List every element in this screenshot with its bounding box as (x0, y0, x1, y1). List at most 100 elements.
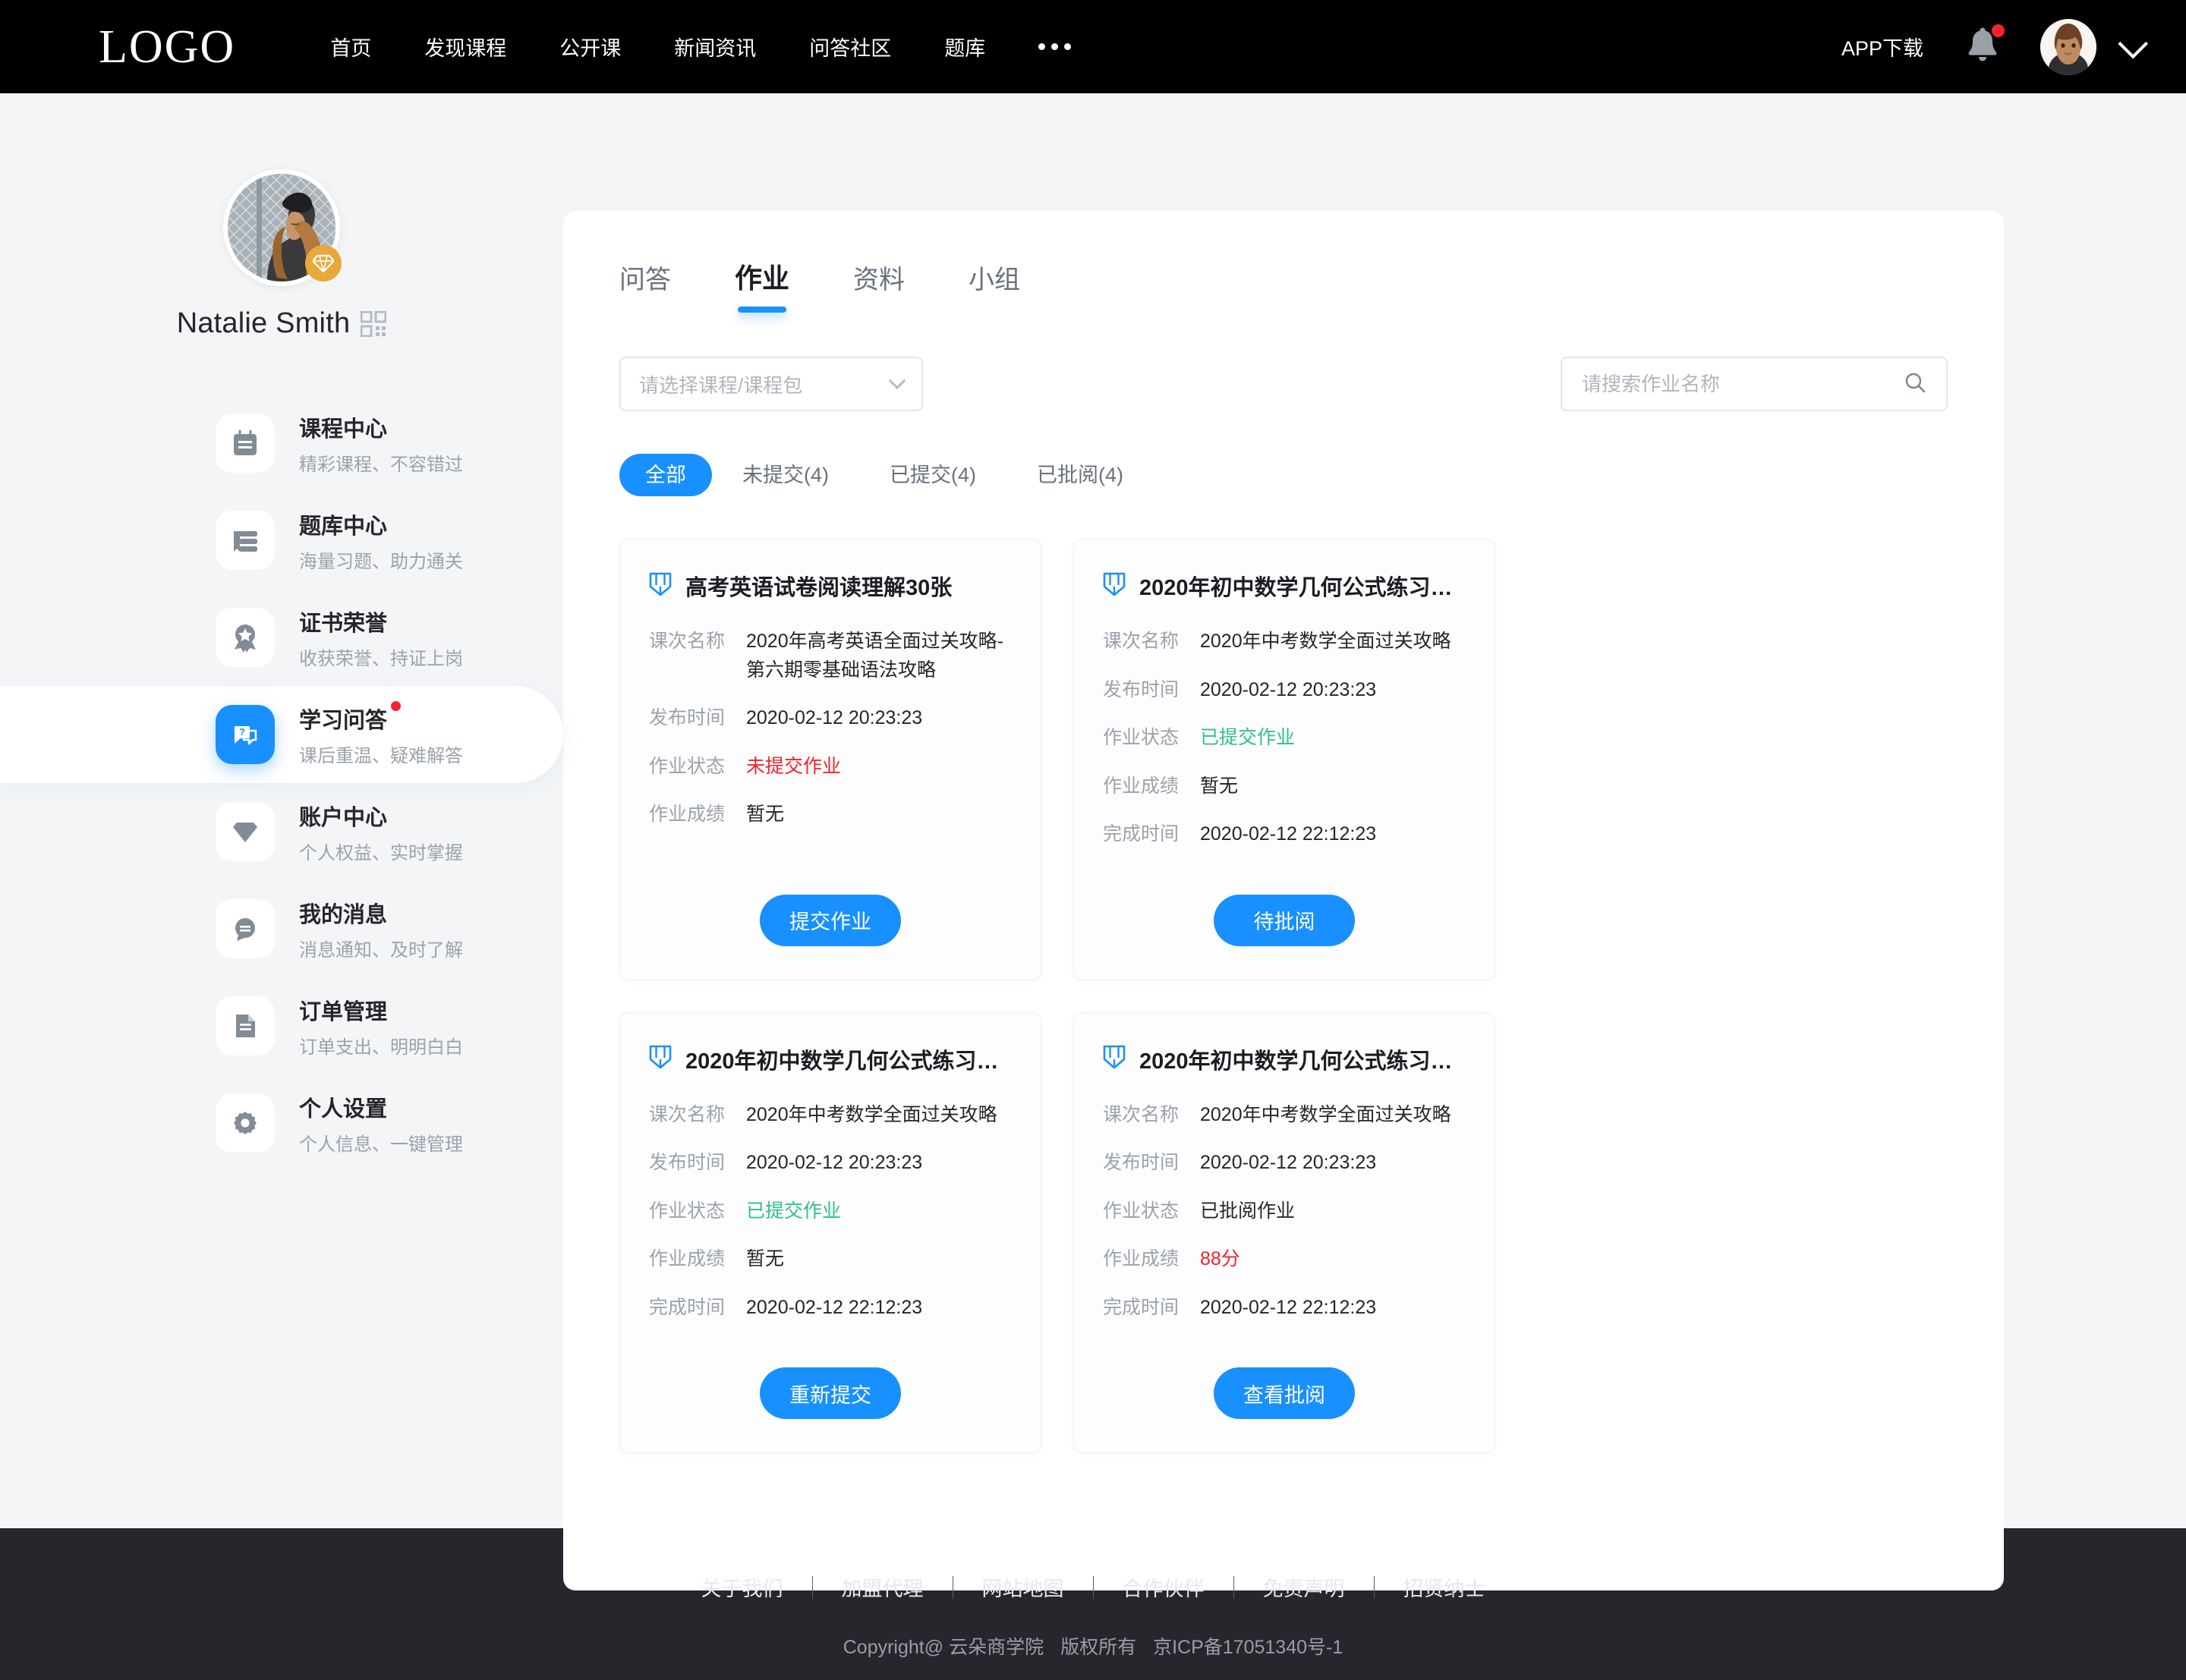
nav-item-home[interactable]: 首页 (304, 32, 398, 61)
diamond-icon (216, 802, 275, 861)
sidebar-item-question-bank-center[interactable]: 题库中心 海量习题、助力通关 (0, 492, 563, 589)
nav-item-discover-courses[interactable]: 发现课程 (398, 32, 533, 61)
card-spacer (1103, 1342, 1466, 1349)
row-label: 作业成绩 (649, 1248, 726, 1269)
filters-row: 请选择课程/课程包 (619, 357, 1948, 411)
homework-card[interactable]: 2020年初中数学几何公式练习作... 课次名称 2020年中考数学全面过关攻略… (619, 1011, 1041, 1453)
sidebar-item-sub: 收获荣誉、持证上岗 (299, 648, 463, 669)
card-header: 2020年初中数学几何公式练习作... (649, 1043, 1012, 1075)
question-chat-icon: ? (216, 705, 275, 764)
site-logo[interactable]: LOGO (99, 24, 235, 71)
row-value: 暂无 (1200, 775, 1239, 797)
card-row-grade: 作业成绩 88分 (1103, 1245, 1466, 1274)
sidebar-item-text: 我的消息 消息通知、及时了解 (299, 897, 463, 961)
pill-reviewed[interactable]: 已批阅(4) (1006, 454, 1154, 496)
submit-homework-button[interactable]: 提交作业 (760, 894, 901, 946)
nav-item-question-bank[interactable]: 题库 (918, 32, 1012, 61)
footer-link-sitemap[interactable]: 网站地图 (953, 1572, 1093, 1602)
status-filter-pills: 全部 未提交(4) 已提交(4) 已批阅(4) (619, 454, 1948, 496)
row-label: 课次名称 (649, 631, 726, 652)
grade-value: 88分 (1200, 1248, 1240, 1269)
sidebar-item-title-text: 学习问答 (299, 708, 388, 733)
card-row-status: 作业状态 已提交作业 (1103, 724, 1466, 753)
homework-card[interactable]: 高考英语试卷阅读理解30张 课次名称 2020年高考英语全面过关攻略-第六期零基… (619, 539, 1041, 980)
search-icon[interactable] (1904, 371, 1926, 398)
footer-link-disclaimer[interactable]: 免责声明 (1234, 1572, 1374, 1602)
row-label: 课次名称 (1103, 631, 1180, 652)
card-row-status: 作业状态 已提交作业 (649, 1197, 1012, 1226)
sidebar-item-order-management[interactable]: 订单管理 订单支出、明明白白 (0, 977, 563, 1074)
card-row-publish-time: 发布时间 2020-02-12 20:23:23 (649, 1149, 1012, 1178)
status-badge: 已提交作业 (746, 1200, 842, 1222)
row-label: 作业成绩 (649, 804, 726, 825)
content-panel: 问答 作业 资料 小组 请选择课程/课程包 请搜索作业名称 全部 未提交(4) … (563, 211, 2004, 1590)
footer-link-franchise[interactable]: 加盟代理 (813, 1572, 953, 1602)
user-name: Natalie Smith (176, 307, 351, 339)
tab-homework[interactable]: 作业 (703, 256, 821, 313)
row-label: 作业状态 (1103, 1200, 1180, 1222)
search-box[interactable] (1561, 357, 1948, 411)
card-row-course: 课次名称 2020年中考数学全面过关攻略 (1103, 628, 1466, 656)
footer-link-partners[interactable]: 合作伙伴 (1094, 1572, 1233, 1602)
row-label: 发布时间 (649, 1152, 726, 1173)
chevron-down-icon[interactable] (2118, 28, 2149, 59)
footer-link-careers[interactable]: 招贤纳士 (1375, 1572, 1514, 1602)
ellipsis-icon[interactable] (1012, 43, 1098, 50)
sidebar-item-course-center[interactable]: 课程中心 精彩课程、不容错过 (0, 395, 563, 492)
view-review-button[interactable]: 查看批阅 (1214, 1367, 1355, 1419)
sidebar-item-title: 学习问答 (299, 700, 402, 735)
row-value: 2020年高考英语全面过关攻略-第六期零基础语法攻略 (746, 631, 1003, 681)
avatar[interactable] (223, 169, 342, 286)
course-select[interactable]: 请选择课程/课程包 (619, 357, 923, 411)
rights-text: 版权所有 (1060, 1637, 1137, 1658)
pill-submitted[interactable]: 已提交(4) (859, 454, 1006, 496)
sidebar-item-personal-settings[interactable]: 个人设置 个人信息、一键管理 (0, 1074, 563, 1172)
homework-badge-icon (649, 1045, 672, 1073)
icp-text[interactable]: 京ICP备17051340号-1 (1153, 1632, 1343, 1660)
page-body: Natalie Smith 课程中心 精彩课程、不容错过 题库中心 海量习题、助… (0, 93, 2186, 1590)
nav-item-public-class[interactable]: 公开课 (533, 32, 647, 61)
tab-qa[interactable]: 问答 (619, 259, 703, 313)
search-input[interactable] (1582, 372, 1904, 396)
row-value: 暂无 (746, 1248, 785, 1269)
pending-review-button[interactable]: 待批阅 (1214, 894, 1355, 946)
pill-unsubmitted[interactable]: 未提交(4) (712, 454, 859, 496)
course-select-placeholder: 请选择课程/课程包 (639, 373, 803, 397)
card-spacer (649, 1342, 1012, 1349)
tab-materials[interactable]: 资料 (821, 259, 937, 313)
homework-card[interactable]: 2020年初中数学几何公式练习作... 课次名称 2020年中考数学全面过关攻略… (1073, 1011, 1495, 1453)
nav-item-qa-community[interactable]: 问答社区 (783, 32, 918, 61)
footer-link-about-us[interactable]: 关于我们 (672, 1572, 812, 1602)
book-list-icon (216, 511, 275, 570)
resubmit-button[interactable]: 重新提交 (760, 1367, 901, 1419)
sidebar-item-my-messages[interactable]: 我的消息 消息通知、及时了解 (0, 880, 563, 977)
row-label: 完成时间 (1103, 823, 1180, 845)
homework-badge-icon (1103, 1045, 1126, 1073)
card-row-course: 课次名称 2020年高考英语全面过关攻略-第六期零基础语法攻略 (649, 628, 1012, 684)
sidebar-item-account-center[interactable]: 账户中心 个人权益、实时掌握 (0, 783, 563, 880)
sidebar-item-title: 课程中心 (299, 417, 388, 442)
user-avatar[interactable] (2040, 18, 2096, 75)
card-row-grade: 作业成绩 暂无 (649, 1245, 1012, 1274)
nav-item-news[interactable]: 新闻资讯 (647, 32, 783, 61)
tab-groups[interactable]: 小组 (937, 259, 1052, 313)
medal-icon (216, 608, 275, 667)
status-badge: 已批阅作业 (1200, 1200, 1296, 1222)
gear-icon (216, 1093, 275, 1153)
card-action-area: 待批阅 (1103, 894, 1466, 946)
row-value: 2020年中考数学全面过关攻略 (1200, 1103, 1451, 1125)
sidebar-item-title: 题库中心 (299, 514, 388, 539)
homework-card[interactable]: 2020年初中数学几何公式练习作... 课次名称 2020年中考数学全面过关攻略… (1073, 539, 1495, 980)
bell-icon[interactable] (1963, 24, 2005, 68)
sidebar-item-study-qa[interactable]: ? 学习问答 课后重温、疑难解答 (0, 686, 563, 783)
card-action-area: 查看批阅 (1103, 1367, 1466, 1419)
homework-card-grid: 高考英语试卷阅读理解30张 课次名称 2020年高考英语全面过关攻略-第六期零基… (619, 539, 1948, 1453)
card-title: 2020年初中数学几何公式练习作... (685, 1049, 1012, 1074)
sidebar-item-certificates[interactable]: 证书荣誉 收获荣誉、持证上岗 (0, 589, 563, 686)
sidebar-item-text: 账户中心 个人权益、实时掌握 (299, 800, 463, 864)
pill-all[interactable]: 全部 (619, 454, 712, 496)
app-download-link[interactable]: APP下载 (1841, 32, 1923, 61)
status-badge: 已提交作业 (1200, 727, 1296, 748)
qr-code-icon[interactable] (360, 310, 387, 337)
svg-text:?: ? (239, 726, 245, 738)
